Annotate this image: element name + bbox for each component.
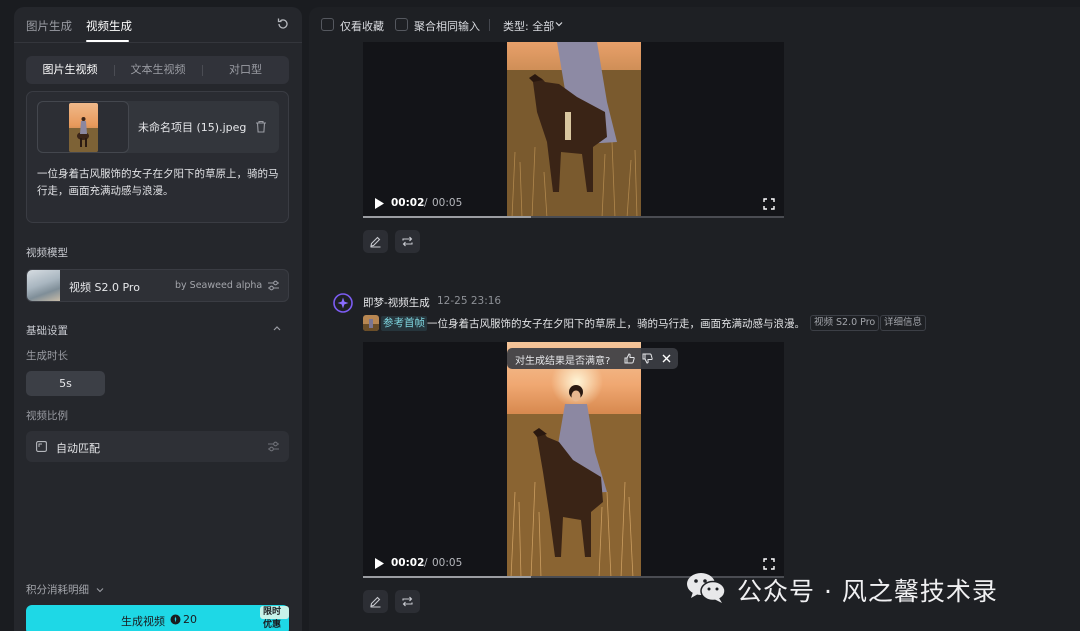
repeat-icon: [402, 236, 413, 247]
model-tag: 视频 S2.0 Pro: [810, 315, 880, 331]
video-progress-fill: [363, 216, 532, 218]
favorites-only-label[interactable]: 仅看收藏: [340, 18, 384, 34]
active-tab-indicator: [86, 40, 129, 42]
agent-name: 即梦-视频生成: [363, 297, 430, 309]
current-time: 00:02: [391, 557, 425, 569]
reference-frame-thumbnail[interactable]: [363, 315, 379, 331]
prompt-input[interactable]: 一位身着古风服饰的女子在夕阳下的草原上，骑的马行走，画面充满动感与浪漫。: [37, 166, 283, 200]
tab-image-generation[interactable]: 图片生成: [26, 18, 72, 34]
aspect-ratio-label: 视频比例: [26, 410, 68, 422]
play-icon[interactable]: [375, 558, 384, 569]
trash-icon[interactable]: [255, 120, 267, 133]
current-time: 00:02: [391, 197, 425, 209]
thumbs-down-icon[interactable]: [642, 353, 653, 364]
mode-segmented-control: 图片生视频 文本生视频 对口型: [26, 56, 289, 84]
credits-label: 积分消耗明细: [26, 584, 89, 596]
top-tabs: 图片生成 视频生成: [14, 7, 302, 43]
chevron-down-icon: [96, 588, 104, 593]
tab-image-to-video[interactable]: 图片生视频: [26, 56, 114, 84]
regenerate-button[interactable]: [395, 230, 420, 253]
watermark-text: 公众号 · 风之馨技术录: [737, 577, 998, 606]
credits-detail-toggle[interactable]: 积分消耗明细: [26, 582, 104, 597]
video-frame: [507, 342, 641, 578]
chevron-down-icon[interactable]: [555, 21, 563, 27]
entry-prompt: 一位身着古风服饰的女子在夕阳下的草原上，骑的马行走，画面充满动感与浪漫。: [427, 318, 805, 330]
generate-video-button[interactable]: 生成视频 20 限时优惠: [26, 605, 289, 631]
video-progress[interactable]: [363, 216, 784, 218]
total-time: 00:05: [432, 557, 463, 569]
model-section-label: 视频模型: [26, 247, 68, 259]
tab-video-generation[interactable]: 视频生成: [86, 18, 132, 34]
refresh-icon[interactable]: [276, 17, 290, 31]
video-player[interactable]: 00:02 / 00:05: [363, 42, 784, 218]
model-provider: by Seaweed alpha: [175, 280, 263, 291]
generate-cost: 20: [183, 613, 197, 626]
repeat-icon: [402, 596, 413, 607]
type-filter-dropdown[interactable]: 类型: 全部: [503, 18, 554, 34]
reference-frame-label[interactable]: 参考首帧: [381, 316, 427, 331]
generation-timestamp: 12-25 23:16: [437, 295, 502, 307]
regenerate-button[interactable]: [395, 590, 420, 613]
file-name: 未命名项目 (15).jpeg: [138, 121, 247, 134]
promo-badge: 限时优惠: [260, 606, 289, 630]
duration-option-5s[interactable]: 5s: [26, 371, 105, 396]
merge-inputs-checkbox[interactable]: [395, 18, 408, 31]
close-icon[interactable]: [661, 353, 672, 364]
aspect-ratio-icon: [36, 441, 47, 452]
video-progress-fill: [363, 576, 532, 578]
total-time: 00:05: [432, 197, 463, 209]
edit-button[interactable]: [363, 590, 388, 613]
details-link[interactable]: 详细信息: [880, 315, 927, 331]
duration-label: 生成时长: [26, 350, 68, 362]
tab-text-to-video[interactable]: 文本生视频: [114, 56, 202, 84]
left-panel: 图片生成 视频生成 图片生视频 文本生视频 对口型 未命名项目 (15).jpe…: [14, 7, 302, 631]
dreamina-logo-icon: [333, 293, 353, 313]
play-icon[interactable]: [375, 198, 384, 209]
uploaded-image-thumbnail: [69, 103, 98, 152]
time-separator: /: [424, 557, 428, 569]
uploaded-file[interactable]: 未命名项目 (15).jpeg: [37, 101, 279, 153]
results-panel: 仅看收藏 聚合相同输入 类型: 全部 00:02 / 00:05 即梦-视频生成…: [309, 7, 1080, 631]
video-player[interactable]: 00:02 / 00:05: [363, 342, 784, 578]
time-separator: /: [424, 197, 428, 209]
wechat-logo-icon: [687, 573, 726, 603]
generate-label: 生成视频: [121, 615, 165, 628]
settings-sliders-icon[interactable]: [267, 279, 280, 292]
thumbnail-frame: [37, 101, 129, 153]
feedback-question: 对生成结果是否满意?: [515, 356, 611, 367]
aspect-ratio-selector[interactable]: 自动匹配: [26, 431, 289, 462]
model-selector[interactable]: 视频 S2.0 Pro by Seaweed alpha: [26, 269, 289, 302]
credits-coin-icon: [170, 614, 181, 625]
edit-button[interactable]: [363, 230, 388, 253]
merge-inputs-label[interactable]: 聚合相同输入: [414, 18, 480, 34]
favorites-only-checkbox[interactable]: [321, 18, 334, 31]
chevron-up-icon[interactable]: [272, 324, 282, 332]
settings-sliders-icon[interactable]: [267, 440, 280, 453]
toolbar-divider: [489, 19, 490, 31]
video-controls: 00:02 / 00:05: [363, 190, 784, 218]
pencil-icon: [370, 596, 381, 608]
basic-settings-label: 基础设置: [26, 325, 68, 337]
model-name: 视频 S2.0 Pro: [69, 281, 140, 294]
tab-lip-sync[interactable]: 对口型: [202, 56, 289, 84]
fullscreen-icon[interactable]: [763, 198, 775, 210]
watermark: 公众号 · 风之馨技术录: [685, 568, 1055, 606]
model-thumbnail: [27, 270, 60, 301]
upload-card: 未命名项目 (15).jpeg 一位身着古风服饰的女子在夕阳下的草原上，骑的马行…: [26, 91, 289, 223]
aspect-ratio-value: 自动匹配: [56, 442, 100, 455]
thumbs-up-icon[interactable]: [624, 353, 635, 364]
pencil-icon: [370, 236, 381, 248]
feedback-popup: 对生成结果是否满意?: [507, 348, 678, 369]
